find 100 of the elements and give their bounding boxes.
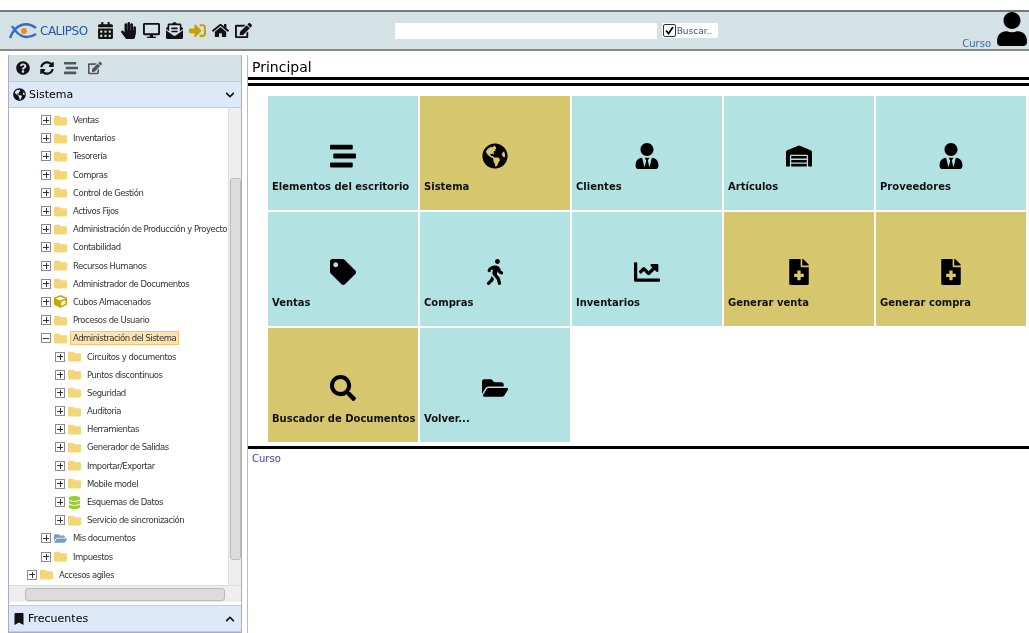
expand-toggle[interactable]	[41, 224, 51, 235]
warehouse-icon	[786, 143, 812, 169]
menu-tile[interactable]: Inventarios	[572, 212, 722, 326]
tree-item[interactable]: Servicio de sincronización	[84, 513, 188, 528]
tree-item[interactable]: Compras	[70, 167, 111, 182]
tree-item[interactable]: Puntos discontinuos	[84, 367, 166, 382]
user-name[interactable]: Curso	[962, 38, 991, 49]
folder-icon	[68, 440, 81, 454]
expand-toggle[interactable]	[41, 551, 51, 562]
expand-toggle[interactable]	[55, 369, 65, 380]
folder-icon	[68, 477, 81, 491]
tree-item[interactable]: Circuitos y documentos	[84, 349, 179, 364]
tree-item[interactable]: Herramientas	[84, 422, 142, 437]
expand-toggle[interactable]	[27, 569, 37, 580]
expand-toggle[interactable]	[41, 151, 51, 162]
tree-item[interactable]: Control de Gestión	[70, 185, 147, 200]
database-folder-icon	[68, 495, 81, 509]
hand-icon[interactable]	[119, 22, 137, 39]
tree-item[interactable]: Seguridad	[84, 385, 129, 400]
expand-toggle[interactable]	[55, 424, 65, 435]
expand-toggle[interactable]	[55, 515, 65, 526]
folder-icon	[54, 313, 67, 327]
menu-tile[interactable]: Clientes	[572, 96, 722, 210]
folder-icon	[54, 204, 67, 218]
search-button[interactable]: Buscar..	[661, 23, 719, 38]
expand-toggle[interactable]	[55, 478, 65, 489]
expand-toggle[interactable]	[55, 442, 65, 453]
footer-link[interactable]: Curso	[252, 453, 281, 464]
tree-item[interactable]: Mobile model	[84, 476, 142, 491]
search-field[interactable]	[394, 22, 657, 39]
folder-icon	[54, 113, 67, 127]
envelope-icon[interactable]	[165, 22, 183, 39]
menu-tile[interactable]: Ventas	[268, 212, 418, 326]
expand-toggle[interactable]	[41, 260, 51, 271]
home-icon[interactable]	[211, 22, 229, 39]
tree-item[interactable]: Administración de Producción y Proyecto	[70, 222, 228, 237]
vertical-scrollbar[interactable]	[228, 108, 241, 585]
expand-toggle[interactable]	[41, 333, 51, 344]
folder-icon	[54, 186, 67, 200]
tree-item[interactable]: Administración del Sistema	[70, 331, 180, 346]
tree-item[interactable]: Procesos de Usuario	[70, 313, 153, 328]
folder-icon	[68, 513, 81, 527]
folder-icon	[68, 404, 81, 418]
expand-toggle[interactable]	[41, 278, 51, 289]
horizontal-scrollbar[interactable]	[9, 585, 241, 602]
menu-tile[interactable]: Artículos	[724, 96, 874, 210]
folder-icon	[68, 422, 81, 436]
expand-toggle[interactable]	[41, 133, 51, 144]
menu-tile[interactable]: Generar venta	[724, 212, 874, 326]
tree-item[interactable]: Accesos agiles	[56, 567, 117, 582]
expand-toggle[interactable]	[41, 115, 51, 126]
menu-tile[interactable]: Buscador de Documentos	[268, 328, 418, 442]
globe-icon	[13, 88, 26, 101]
expand-toggle[interactable]	[55, 497, 65, 508]
monitor-icon[interactable]	[142, 22, 160, 39]
expand-toggle[interactable]	[41, 315, 51, 326]
refresh-icon[interactable]	[40, 61, 54, 75]
expand-toggle[interactable]	[41, 533, 51, 544]
tree-item[interactable]: Activos Fijos	[70, 204, 122, 219]
expand-toggle[interactable]	[41, 296, 51, 307]
expand-toggle[interactable]	[41, 206, 51, 217]
menu-tile[interactable]: Generar compra	[876, 212, 1026, 326]
expand-toggle[interactable]	[55, 460, 65, 471]
tree-item[interactable]: Esquemas de Datos	[84, 495, 166, 510]
documents-folder-icon	[54, 531, 67, 545]
user-avatar-icon[interactable]	[995, 12, 1029, 46]
folder-icon	[68, 386, 81, 400]
tree-item[interactable]: Inventarios	[70, 131, 119, 146]
globe-icon	[482, 143, 508, 169]
menu-tile[interactable]: Elementos del escritorio	[268, 96, 418, 210]
calendar-icon[interactable]	[96, 22, 114, 39]
menu-tile[interactable]: Sistema	[420, 96, 570, 210]
tree-item[interactable]: Tesorería	[70, 149, 110, 164]
folder-icon	[54, 259, 67, 273]
tree-item[interactable]: Impuestos	[70, 549, 116, 564]
tree-item[interactable]: Administrador de Documentos	[70, 276, 193, 291]
menu-tile[interactable]: Compras	[420, 212, 570, 326]
expand-toggle[interactable]	[41, 242, 51, 253]
tree-item[interactable]: Cubos Almacenados	[70, 294, 154, 309]
expand-toggle[interactable]	[55, 351, 65, 362]
section-header[interactable]: Sistema	[9, 81, 241, 108]
expand-toggle[interactable]	[41, 187, 51, 198]
section-header[interactable]: Frecuentes	[9, 605, 241, 632]
menu-tile[interactable]: Proveedores	[876, 96, 1026, 210]
tree-item[interactable]: Recursos Humanos	[70, 258, 150, 273]
tree-item[interactable]: Auditoria	[84, 404, 125, 419]
tree-item[interactable]: Ventas	[70, 113, 102, 128]
menu-tile[interactable]: Volver...	[420, 328, 570, 442]
expand-toggle[interactable]	[41, 169, 51, 180]
tree-item[interactable]: Generador de Salidas	[84, 440, 172, 455]
page-title: Principal	[248, 55, 1029, 80]
expand-toggle[interactable]	[55, 387, 65, 398]
document-plus-icon	[938, 259, 964, 285]
expand-toggle[interactable]	[55, 406, 65, 417]
tree-item[interactable]: Mis documentos	[70, 531, 139, 546]
help-icon[interactable]	[16, 61, 30, 75]
checkbox[interactable]	[662, 24, 676, 37]
edit-icon[interactable]	[88, 61, 102, 75]
tree-item[interactable]: Importar/Exportar	[84, 458, 158, 473]
tree-item[interactable]: Contabilidad	[70, 240, 124, 255]
